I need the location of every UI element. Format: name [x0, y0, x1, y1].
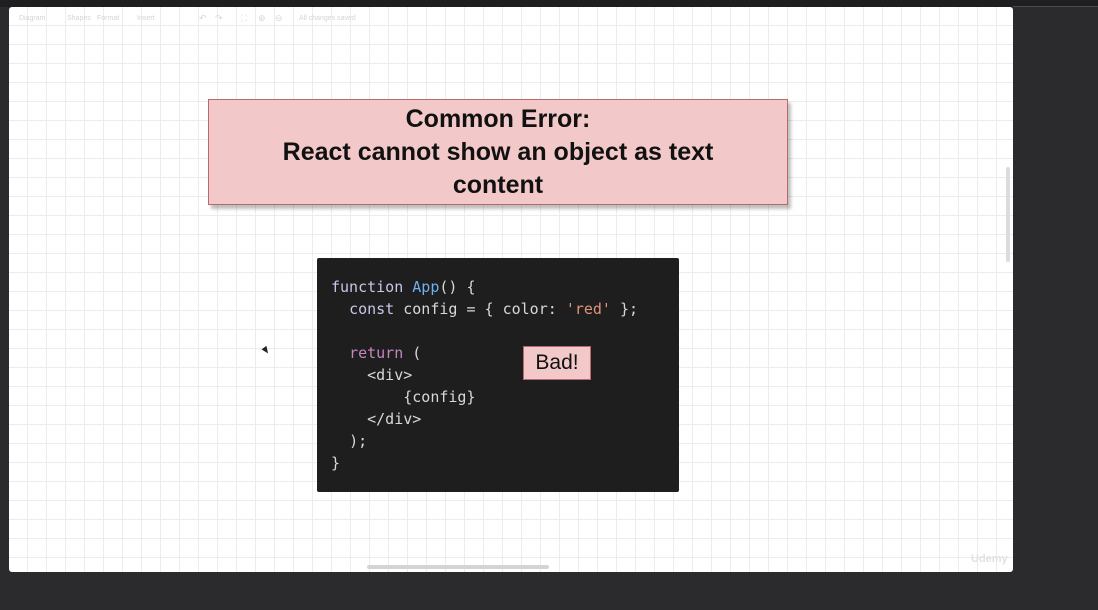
menu-shapes[interactable]: Shapes — [67, 15, 91, 22]
udemy-watermark: Udemy — [971, 553, 1008, 565]
fullscreen-icon[interactable]: ⛶ — [241, 13, 247, 24]
top-strip — [0, 0, 1098, 7]
error-title-box[interactable]: Common Error: React cannot show an objec… — [208, 99, 788, 205]
menu-diagram[interactable]: Diagram — [19, 15, 45, 22]
zoom-out-icon[interactable]: ⊖ — [275, 13, 283, 24]
code-line-8: ); — [349, 432, 368, 450]
toolbar: Diagram Shapes Format Insert ↶ ↷ ⛶ ⊕ ⊖ A… — [9, 7, 1013, 29]
code-panel[interactable]: function App() { const config = { color:… — [317, 258, 679, 492]
code-block: function App() { const config = { color:… — [331, 276, 638, 474]
status-footer — [9, 555, 1013, 572]
code-line-6: {config} — [403, 388, 476, 406]
redo-icon[interactable]: ↷ — [215, 13, 223, 24]
bad-badge[interactable]: Bad! — [523, 346, 591, 380]
divider — [1013, 6, 1098, 7]
code-line-2: const config = { color: 'red' }; — [349, 300, 639, 318]
screen: Diagram Shapes Format Insert ↶ ↷ ⛶ ⊕ ⊖ A… — [0, 0, 1098, 610]
title-line-3: content — [452, 170, 544, 199]
title-line-2: React cannot show an object as text — [282, 137, 714, 166]
horizontal-scrollbar[interactable] — [367, 565, 549, 569]
code-line-1: function App() { — [331, 278, 476, 296]
code-line-9: } — [331, 454, 341, 472]
save-status: All changes saved — [299, 15, 356, 22]
title-line-1: Common Error: — [405, 104, 591, 133]
vertical-scrollbar[interactable] — [1006, 167, 1010, 262]
code-line-4: return ( — [349, 344, 422, 362]
menu-format[interactable]: Format — [97, 15, 119, 22]
zoom-in-icon[interactable]: ⊕ — [258, 13, 266, 24]
code-line-5: <div> — [367, 366, 413, 384]
diagram-canvas[interactable]: Diagram Shapes Format Insert ↶ ↷ ⛶ ⊕ ⊖ A… — [9, 7, 1013, 572]
menu-insert[interactable]: Insert — [137, 15, 155, 22]
code-line-7: </div> — [367, 410, 422, 428]
mouse-cursor-icon — [261, 345, 271, 356]
undo-icon[interactable]: ↶ — [199, 13, 207, 24]
